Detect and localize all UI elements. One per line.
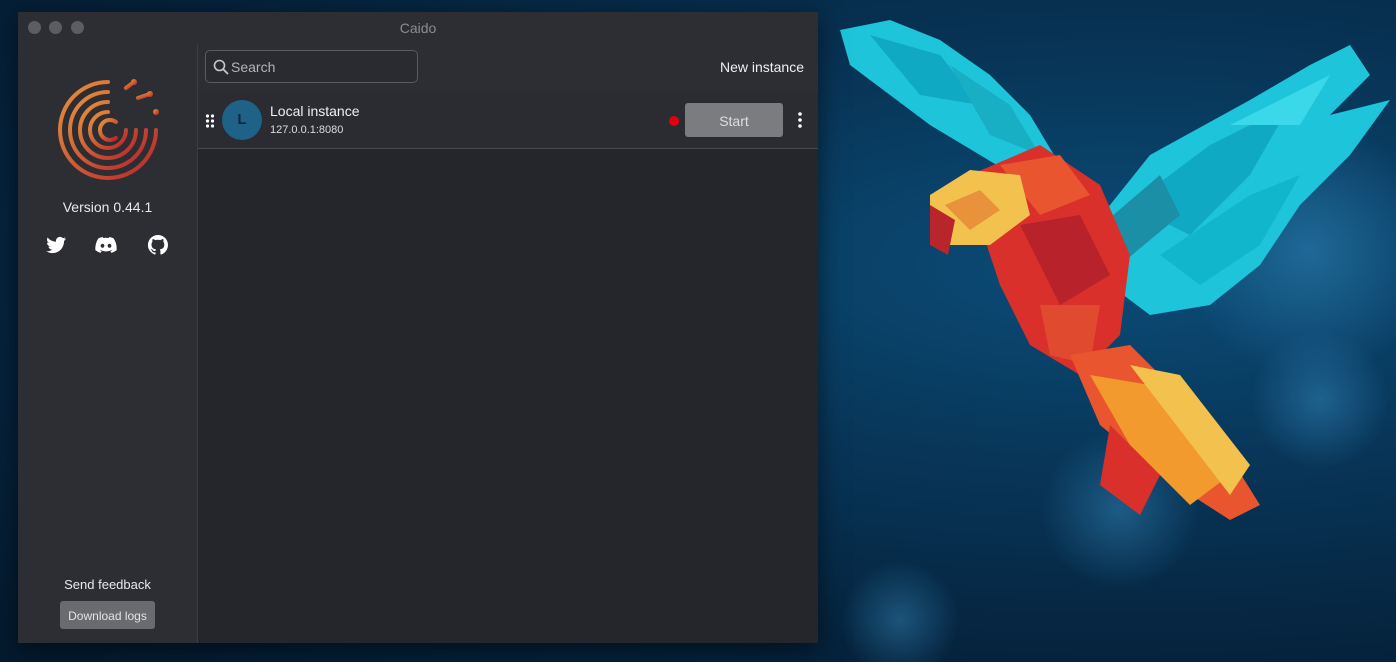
search-icon (213, 59, 229, 75)
caido-window: Caido Version 0.44.1 Send feedback Downl… (18, 12, 818, 643)
download-logs-button[interactable]: Download logs (60, 601, 155, 629)
send-feedback-link[interactable]: Send feedback (18, 577, 197, 592)
twitter-icon[interactable] (44, 233, 68, 257)
search-box[interactable] (205, 50, 418, 83)
instance-status-indicator (669, 116, 679, 126)
instance-address: 127.0.0.1:8080 (270, 124, 344, 136)
start-instance-button[interactable]: Start (685, 103, 783, 137)
window-title: Caido (399, 20, 437, 36)
instance-name: Local instance (270, 103, 360, 119)
more-options-icon[interactable] (794, 111, 806, 129)
instance-row[interactable]: L Local instance 127.0.0.1:8080 Start (198, 92, 818, 149)
parrot-illustration (840, 20, 1390, 520)
caido-logo-icon (58, 79, 159, 180)
version-label: Version 0.44.1 (62, 199, 153, 215)
discord-icon[interactable] (94, 233, 118, 257)
main-panel: New instance L Local instance 127.0.0.1:… (198, 44, 818, 643)
drag-handle-icon[interactable] (205, 114, 215, 128)
search-input[interactable] (231, 51, 411, 82)
instance-avatar: L (222, 100, 262, 140)
instances-toolbar: New instance (198, 44, 818, 92)
title-bar[interactable]: Caido (18, 12, 818, 44)
github-icon[interactable] (146, 233, 170, 257)
sidebar: Version 0.44.1 Send feedback Download lo… (18, 44, 198, 643)
new-instance-button[interactable]: New instance (720, 59, 804, 75)
